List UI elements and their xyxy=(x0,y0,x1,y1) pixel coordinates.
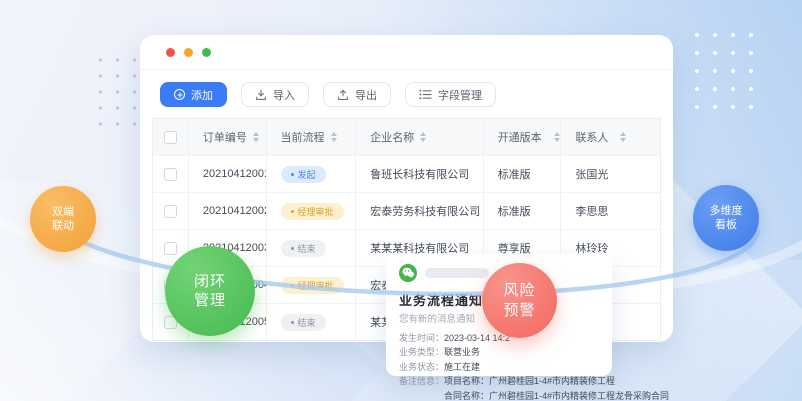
toolbar: 添加 导入 导出 字段管理 xyxy=(140,70,673,118)
minimize-window-button[interactable] xyxy=(184,48,193,57)
notification-field: 业务状态：施工在建 xyxy=(399,360,599,374)
field-management-label: 字段管理 xyxy=(438,87,482,103)
add-button[interactable]: 添加 xyxy=(160,82,227,107)
feature-badge-closed-loop: 闭环 管理 xyxy=(165,246,255,336)
status-dot xyxy=(291,173,294,176)
order-number-cell: 20210412001 xyxy=(189,156,267,192)
close-window-button[interactable] xyxy=(166,48,175,57)
marketing-scene: 添加 导入 导出 字段管理 xyxy=(0,0,802,401)
import-icon xyxy=(255,89,267,101)
plus-circle-icon xyxy=(174,89,185,100)
field-list-icon xyxy=(419,89,432,100)
sort-icon[interactable] xyxy=(420,132,426,142)
status-dot xyxy=(291,284,294,287)
import-button-label: 导入 xyxy=(273,87,295,103)
column-header-contact[interactable]: 联系人 xyxy=(561,119,660,155)
wechat-icon xyxy=(399,264,417,282)
order-number-cell: 20210412002 xyxy=(189,193,267,229)
notification-field: 发生时间：2023-03-14 14:2 xyxy=(399,331,599,345)
window-titlebar xyxy=(140,35,673,70)
sort-icon[interactable] xyxy=(331,132,337,142)
notification-field: 备注信息：项目名称：广州碧桂园1-4#市内精装修工程 xyxy=(399,374,599,388)
sort-icon[interactable] xyxy=(620,132,626,142)
status-dot xyxy=(291,247,294,250)
column-header-order-no[interactable]: 订单编号 xyxy=(189,119,267,155)
dot-grid-decoration xyxy=(688,26,766,122)
select-all-checkbox[interactable] xyxy=(164,131,177,144)
column-header-company[interactable]: 企业名称 xyxy=(356,119,483,155)
add-button-label: 添加 xyxy=(191,87,213,103)
row-checkbox[interactable] xyxy=(164,168,177,181)
row-checkbox[interactable] xyxy=(164,205,177,218)
company-cell: 宏泰劳务科技有限公司 xyxy=(356,193,483,229)
field-management-button[interactable]: 字段管理 xyxy=(405,82,496,107)
notification-field: 业务类型：联营业务 xyxy=(399,345,599,359)
export-button[interactable]: 导出 xyxy=(323,82,391,107)
export-icon xyxy=(337,89,349,101)
contact-cell: 李思思 xyxy=(561,193,660,229)
feature-badge-dual-link: 双端 联动 xyxy=(30,186,96,252)
status-pill: 发起 xyxy=(281,166,326,183)
contact-cell: 张国光 xyxy=(561,156,660,192)
version-cell: 标准版 xyxy=(484,156,562,192)
feature-badge-multi-board: 多维度 看板 xyxy=(693,185,759,251)
sort-icon[interactable] xyxy=(554,132,560,142)
status-pill: 结束 xyxy=(281,240,326,257)
column-header-status[interactable]: 当前流程 xyxy=(267,119,357,155)
table-row: 20210412002 经理审批 宏泰劳务科技有限公司 标准版 李思思 xyxy=(153,192,660,229)
version-cell: 标准版 xyxy=(484,193,562,229)
status-pill: 经理审批 xyxy=(281,277,344,294)
feature-badge-risk-alert: 风险 预警 xyxy=(482,263,557,338)
status-dot xyxy=(291,210,294,213)
zoom-window-button[interactable] xyxy=(202,48,211,57)
column-header-version[interactable]: 开通版本 xyxy=(484,119,562,155)
company-cell: 鲁班长科技有限公司 xyxy=(356,156,483,192)
status-dot xyxy=(291,321,294,324)
table-header-row: 订单编号 当前流程 企业名称 开通版本 联系人 xyxy=(153,119,660,155)
sort-icon[interactable] xyxy=(253,132,259,142)
row-checkbox[interactable] xyxy=(164,242,177,255)
status-pill: 经理审批 xyxy=(281,203,344,220)
status-pill: 结束 xyxy=(281,314,326,331)
sender-placeholder xyxy=(425,268,489,278)
export-button-label: 导出 xyxy=(355,87,377,103)
import-button[interactable]: 导入 xyxy=(241,82,309,107)
notification-remark-line: 合同名称：广州碧桂园1-4#市内精装修工程龙骨采购合同 xyxy=(444,389,599,401)
table-row: 20210412001 发起 鲁班长科技有限公司 标准版 张国光 xyxy=(153,155,660,192)
